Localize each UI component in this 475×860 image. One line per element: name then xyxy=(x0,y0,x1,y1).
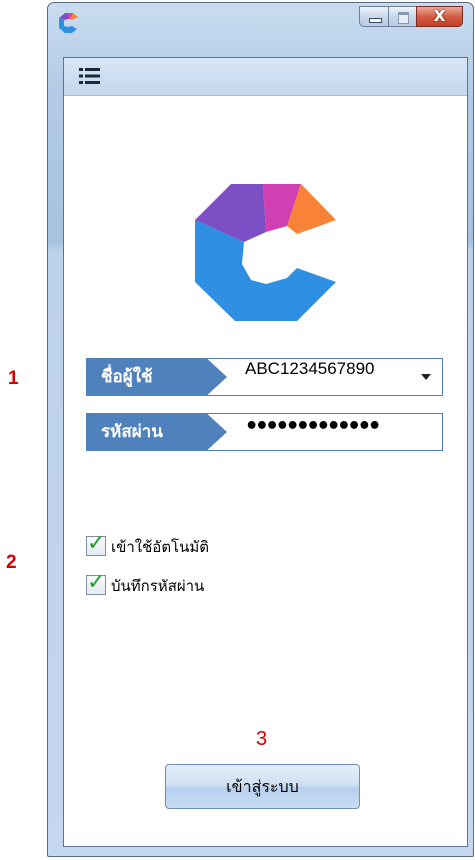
password-field[interactable]: รหัสผ่าน ••••••••••••• xyxy=(86,413,443,451)
close-button[interactable]: X xyxy=(416,6,463,27)
password-value[interactable]: ••••••••••••• xyxy=(245,414,381,450)
login-window-client: ชื่อผู้ใช้ ABC1234567890 รหัสผ่าน ••••••… xyxy=(63,57,468,847)
close-icon: X xyxy=(433,7,446,25)
app-logo-icon xyxy=(59,13,78,33)
username-label: ชื่อผู้ใช้ xyxy=(87,359,227,395)
check-icon: ✓ xyxy=(87,531,106,556)
chevron-down-icon[interactable] xyxy=(421,374,431,380)
menu-list-icon[interactable] xyxy=(79,67,101,85)
minimize-icon xyxy=(369,18,382,23)
password-label: รหัสผ่าน xyxy=(87,414,227,450)
username-value[interactable]: ABC1234567890 xyxy=(245,359,375,395)
maximize-button[interactable] xyxy=(388,6,417,27)
username-field[interactable]: ชื่อผู้ใช้ ABC1234567890 xyxy=(86,358,443,396)
annotation-marker-2: 2 xyxy=(6,552,17,573)
save-password-label: บันทึกรหัสผ่าน xyxy=(111,577,205,595)
annotation-marker-3: 3 xyxy=(256,728,268,750)
check-icon: ✓ xyxy=(87,570,106,595)
app-logo xyxy=(195,184,336,321)
annotation-marker-1: 1 xyxy=(8,368,19,389)
login-button[interactable]: เข้าสู่ระบบ xyxy=(165,764,360,809)
auto-login-label: เข้าใช้อัตโนมัติ xyxy=(111,538,209,556)
maximize-icon xyxy=(398,12,409,24)
minimize-button[interactable] xyxy=(359,6,389,27)
menu-bar xyxy=(64,58,467,96)
